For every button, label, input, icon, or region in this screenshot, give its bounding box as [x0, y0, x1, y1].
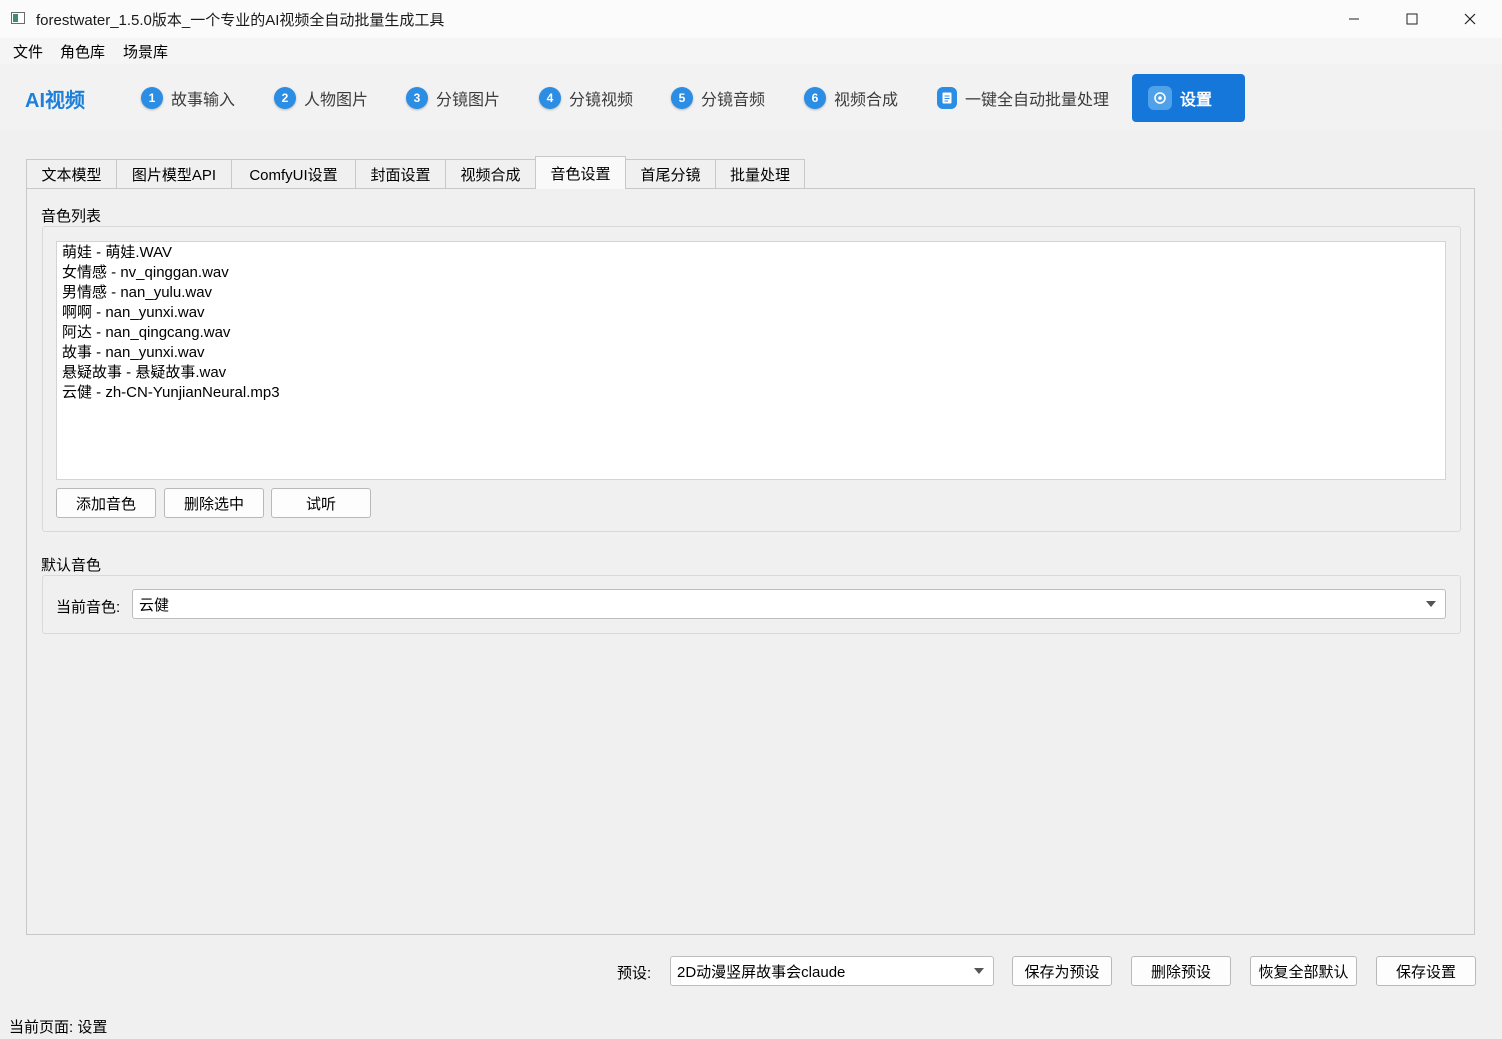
nav-step-storyboard-images[interactable]: 3 分镜图片 [406, 84, 500, 112]
nav-step-video-compose[interactable]: 6 视频合成 [804, 84, 898, 112]
step-number-badge: 1 [141, 87, 163, 109]
save-settings-button[interactable]: 保存设置 [1376, 956, 1476, 986]
delete-preset-button[interactable]: 删除预设 [1131, 956, 1231, 986]
tab-image-model-api[interactable]: 图片模型API [116, 159, 232, 188]
nav-step-character-images[interactable]: 2 人物图片 [274, 84, 368, 112]
voice-listbox[interactable]: 萌娃 - 萌娃.WAV 女情感 - nv_qinggan.wav 男情感 - n… [56, 241, 1446, 480]
window-title: forestwater_1.5.0版本_一个专业的AI视频全自动批量生成工具 [36, 12, 445, 29]
step-number-badge: 3 [406, 87, 428, 109]
menu-bar: 文件 角色库 场景库 [0, 38, 1502, 64]
list-item[interactable]: 云健 - zh-CN-YunjianNeural.mp3 [62, 383, 1445, 403]
nav-step-label: 人物图片 [304, 92, 369, 109]
title-bar: forestwater_1.5.0版本_一个专业的AI视频全自动批量生成工具 [0, 0, 1502, 38]
close-icon [1464, 13, 1476, 25]
brand-title: AI视频 [25, 90, 85, 112]
list-item[interactable]: 悬疑故事 - 悬疑故事.wav [62, 363, 1445, 383]
status-bar: 当前页面: 设置 [0, 1012, 1502, 1039]
close-button[interactable] [1441, 0, 1499, 38]
current-voice-label: 当前音色: [56, 599, 121, 616]
chevron-down-icon [1426, 601, 1436, 607]
list-item[interactable]: 故事 - nan_yunxi.wav [62, 343, 1445, 363]
current-voice-select[interactable]: 云健 [132, 589, 1446, 619]
tab-batch-process[interactable]: 批量处理 [715, 159, 805, 188]
restore-defaults-button[interactable]: 恢复全部默认 [1250, 956, 1357, 986]
step-navigation: AI视频 1 故事输入 2 人物图片 3 分镜图片 4 分镜视频 5 分镜音频 … [0, 64, 1502, 130]
nav-step-story-input[interactable]: 1 故事输入 [141, 84, 235, 112]
nav-settings-button[interactable]: 设置 [1132, 74, 1245, 122]
tab-text-model[interactable]: 文本模型 [26, 159, 117, 188]
step-number-badge: 5 [671, 87, 693, 109]
nav-batch-process[interactable]: 一键全自动批量处理 [937, 84, 1109, 112]
status-text: 当前页面: 设置 [9, 1019, 108, 1036]
step-number-badge: 4 [539, 87, 561, 109]
list-item[interactable]: 阿达 - nan_qingcang.wav [62, 323, 1445, 343]
preset-label: 预设: [617, 965, 652, 982]
minimize-icon [1349, 18, 1359, 20]
menu-character-library[interactable]: 角色库 [60, 41, 105, 62]
list-item[interactable]: 啊啊 - nan_yunxi.wav [62, 303, 1445, 323]
nav-step-label: 分镜视频 [569, 92, 634, 109]
minimize-button[interactable] [1325, 0, 1383, 38]
nav-settings-label: 设置 [1180, 92, 1213, 109]
step-number-badge: 6 [804, 87, 826, 109]
nav-step-storyboard-audio[interactable]: 5 分镜音频 [671, 84, 765, 112]
tab-head-tail-storyboard[interactable]: 首尾分镜 [625, 159, 716, 188]
maximize-button[interactable] [1383, 0, 1441, 38]
step-number-badge: 2 [274, 87, 296, 109]
save-as-preset-button[interactable]: 保存为预设 [1012, 956, 1112, 986]
tab-cover-settings[interactable]: 封面设置 [355, 159, 446, 188]
nav-step-storyboard-videos[interactable]: 4 分镜视频 [539, 84, 633, 112]
preset-select[interactable]: 2D动漫竖屏故事会claude [670, 956, 994, 986]
nav-step-label: 分镜音频 [701, 92, 766, 109]
list-item[interactable]: 男情感 - nan_yulu.wav [62, 283, 1445, 303]
menu-scene-library[interactable]: 场景库 [123, 41, 168, 62]
nav-batch-label: 一键全自动批量处理 [965, 92, 1110, 109]
tab-comfyui-settings[interactable]: ComfyUI设置 [231, 159, 356, 188]
add-voice-button[interactable]: 添加音色 [56, 488, 156, 518]
voice-list-title: 音色列表 [41, 208, 102, 225]
app-icon [11, 12, 25, 24]
current-voice-value: 云健 [139, 596, 170, 614]
nav-step-label: 故事输入 [171, 92, 236, 109]
preset-value: 2D动漫竖屏故事会claude [677, 963, 846, 981]
settings-gear-icon [1148, 86, 1172, 110]
list-item[interactable]: 萌娃 - 萌娃.WAV [62, 243, 1445, 263]
chevron-down-icon [974, 968, 984, 974]
default-voice-title: 默认音色 [41, 557, 102, 574]
tab-voice-settings[interactable]: 音色设置 [535, 156, 626, 189]
list-item[interactable]: 女情感 - nv_qinggan.wav [62, 263, 1445, 283]
delete-selected-button[interactable]: 删除选中 [164, 488, 264, 518]
maximize-icon [1406, 13, 1418, 25]
nav-step-label: 视频合成 [834, 92, 899, 109]
document-icon [937, 87, 957, 109]
nav-step-label: 分镜图片 [436, 92, 501, 109]
tab-video-compose[interactable]: 视频合成 [445, 159, 536, 188]
menu-file[interactable]: 文件 [13, 41, 43, 62]
preview-voice-button[interactable]: 试听 [271, 488, 371, 518]
